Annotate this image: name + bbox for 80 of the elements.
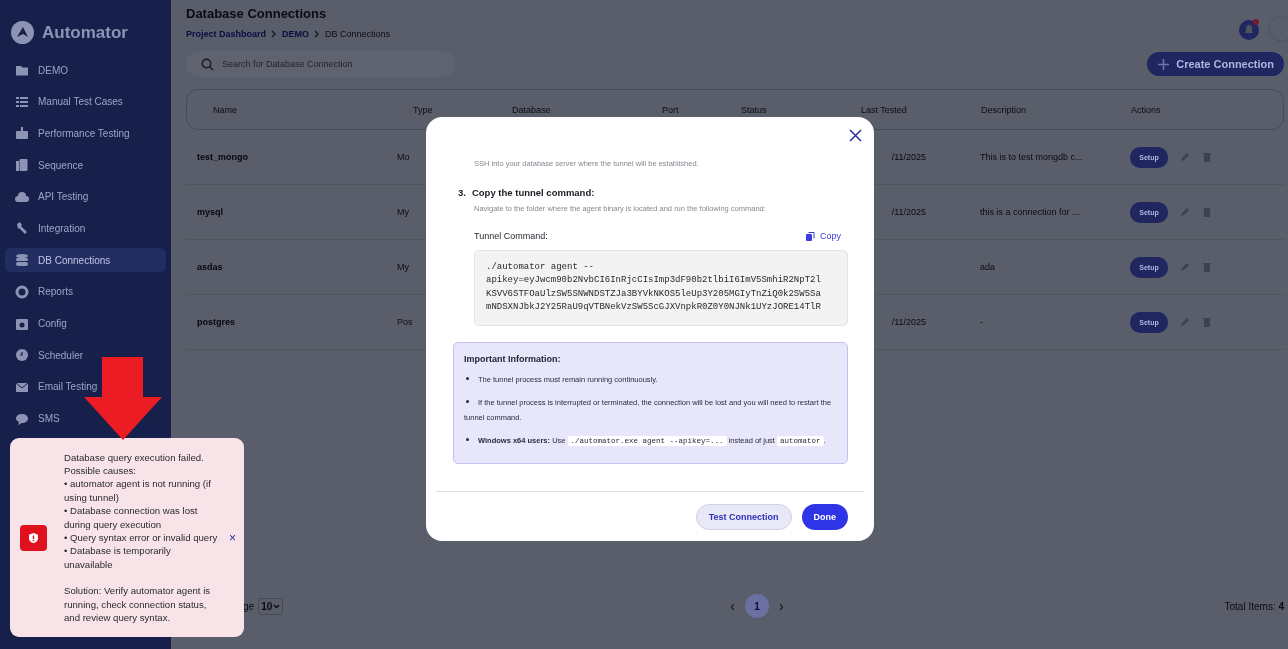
table-cell-text: This is to test mongdb c... bbox=[979, 152, 1083, 162]
close-icon[interactable] bbox=[849, 129, 862, 142]
table-cell: /11/2025 bbox=[891, 207, 926, 217]
sidebar-item[interactable]: Email Testing bbox=[5, 374, 166, 399]
step-number: 3. bbox=[458, 187, 466, 198]
chevron-down-icon bbox=[273, 603, 281, 609]
shield-alert-icon bbox=[20, 524, 47, 551]
table-cell-text: this is a connection for ... bbox=[979, 207, 1080, 217]
info-title: Important Information: bbox=[464, 353, 562, 364]
trash-icon[interactable] bbox=[1202, 207, 1212, 217]
pencil-icon[interactable] bbox=[1180, 207, 1190, 217]
chevron-icon bbox=[314, 30, 321, 38]
database-icon bbox=[15, 253, 29, 268]
column-header: Description bbox=[980, 104, 1028, 115]
column-header: Actions bbox=[1130, 104, 1162, 115]
copy-button[interactable]: Copy bbox=[806, 231, 841, 241]
table-cell-text: Mo bbox=[396, 152, 410, 162]
table-cell-text: postgres bbox=[196, 317, 235, 327]
pencil-icon[interactable] bbox=[1180, 152, 1190, 162]
test-connection-button[interactable]: Test Connection bbox=[695, 503, 792, 530]
list-icon bbox=[15, 94, 29, 109]
table-cell-text: Pos bbox=[396, 317, 413, 327]
book-icon bbox=[15, 158, 29, 173]
breadcrumb-current: DB Connections bbox=[325, 29, 391, 39]
table-cell-text: asdas bbox=[196, 262, 223, 272]
sidebar-item[interactable]: Reports bbox=[5, 279, 166, 304]
sidebar-item[interactable]: Sequence bbox=[5, 153, 166, 178]
column-header: Type bbox=[412, 104, 434, 115]
sidebar-item[interactable]: Manual Test Cases bbox=[5, 89, 166, 114]
command-label: Tunnel Command: bbox=[474, 231, 548, 241]
sidebar-item[interactable]: DEMO bbox=[5, 58, 166, 82]
create-connection-button[interactable]: Create Connection bbox=[1147, 52, 1284, 76]
pencil-icon[interactable] bbox=[1180, 317, 1190, 327]
notification-bell-icon[interactable] bbox=[1238, 18, 1260, 40]
sidebar-item[interactable]: Integration bbox=[5, 216, 166, 241]
folder-icon bbox=[15, 63, 29, 77]
camera-icon bbox=[15, 316, 29, 331]
column-header: Name bbox=[212, 104, 238, 115]
column-header: Status bbox=[740, 104, 768, 115]
page-button[interactable]: 1 bbox=[744, 594, 769, 618]
toast-message: Database query execution failed. Possible causes: • automator agent is not running (if using tunnel) • Database connection was lost during query execution • Query syntax error or invalid query • Database is temporarily unavailable bbox=[64, 450, 219, 572]
step-title: Copy the tunnel command: bbox=[471, 187, 595, 198]
column-header: Port bbox=[661, 104, 680, 115]
close-button[interactable]: × bbox=[229, 530, 236, 545]
table-cell-text: test_mongo bbox=[196, 152, 248, 162]
wrench-icon bbox=[15, 221, 29, 236]
table-cell: /11/2025 bbox=[891, 152, 926, 162]
table-cell-text: My bbox=[396, 207, 409, 217]
total-items: Total Items: 4 bbox=[1224, 600, 1284, 612]
done-button[interactable]: Done bbox=[801, 503, 848, 530]
pencil-icon[interactable] bbox=[1180, 262, 1190, 272]
toast-solution: Solution: Verify automator agent is running, check connection status, and review query syntax. bbox=[64, 584, 212, 625]
plus-icon bbox=[1157, 57, 1171, 71]
table-cell: /11/2025 bbox=[891, 317, 926, 327]
trash-icon[interactable] bbox=[1202, 317, 1212, 327]
sidebar-item[interactable]: DB Connections bbox=[5, 248, 166, 273]
copy-icon bbox=[806, 231, 815, 241]
sidebar-item[interactable]: Config bbox=[5, 311, 166, 336]
column-header: Last Tested bbox=[860, 104, 908, 115]
search-icon bbox=[201, 57, 214, 71]
sidebar-item[interactable]: SMS bbox=[5, 406, 166, 431]
chevron-icon bbox=[271, 30, 278, 38]
table-cell-text: My bbox=[396, 262, 409, 272]
page-title: Database Connections bbox=[186, 6, 328, 21]
command-code-block: ./automator agent -- apikey=eyJwcm90b2NvbCI6InRjcCIsImp3dF90b2tlbiI6ImV5SmhiR2NpT2l KSVV6STFOaUlzSW5SNWNDSTZJa3BYVkNKOS5leUp3Y205MGIyTnZiQ0k2SW5Sa mNDSXNJbkJ2Y25RaU9qVTBNekVzSW5ScGJXVnpkR0Z0Y0NJNk1UYzJORE14TlR bbox=[474, 250, 848, 326]
trash-icon[interactable] bbox=[1202, 152, 1212, 162]
sidebar-item[interactable]: Scheduler bbox=[5, 343, 166, 368]
sidebar-item[interactable]: API Testing bbox=[5, 184, 166, 209]
sidebar-item[interactable]: Performance Testing bbox=[5, 121, 166, 146]
search-field[interactable]: Search for Database Connection bbox=[186, 51, 456, 77]
chat-icon bbox=[15, 411, 29, 426]
table-cell-text: ada bbox=[979, 262, 996, 272]
logo-icon bbox=[11, 21, 34, 44]
table-cell-text: - bbox=[979, 317, 983, 327]
trash-icon[interactable] bbox=[1202, 262, 1212, 272]
logo: Automator bbox=[42, 22, 128, 43]
table-cell-text: mysql bbox=[196, 207, 223, 217]
clock-icon bbox=[15, 348, 29, 363]
cloud-icon bbox=[15, 189, 29, 204]
column-header: Database bbox=[511, 104, 552, 115]
